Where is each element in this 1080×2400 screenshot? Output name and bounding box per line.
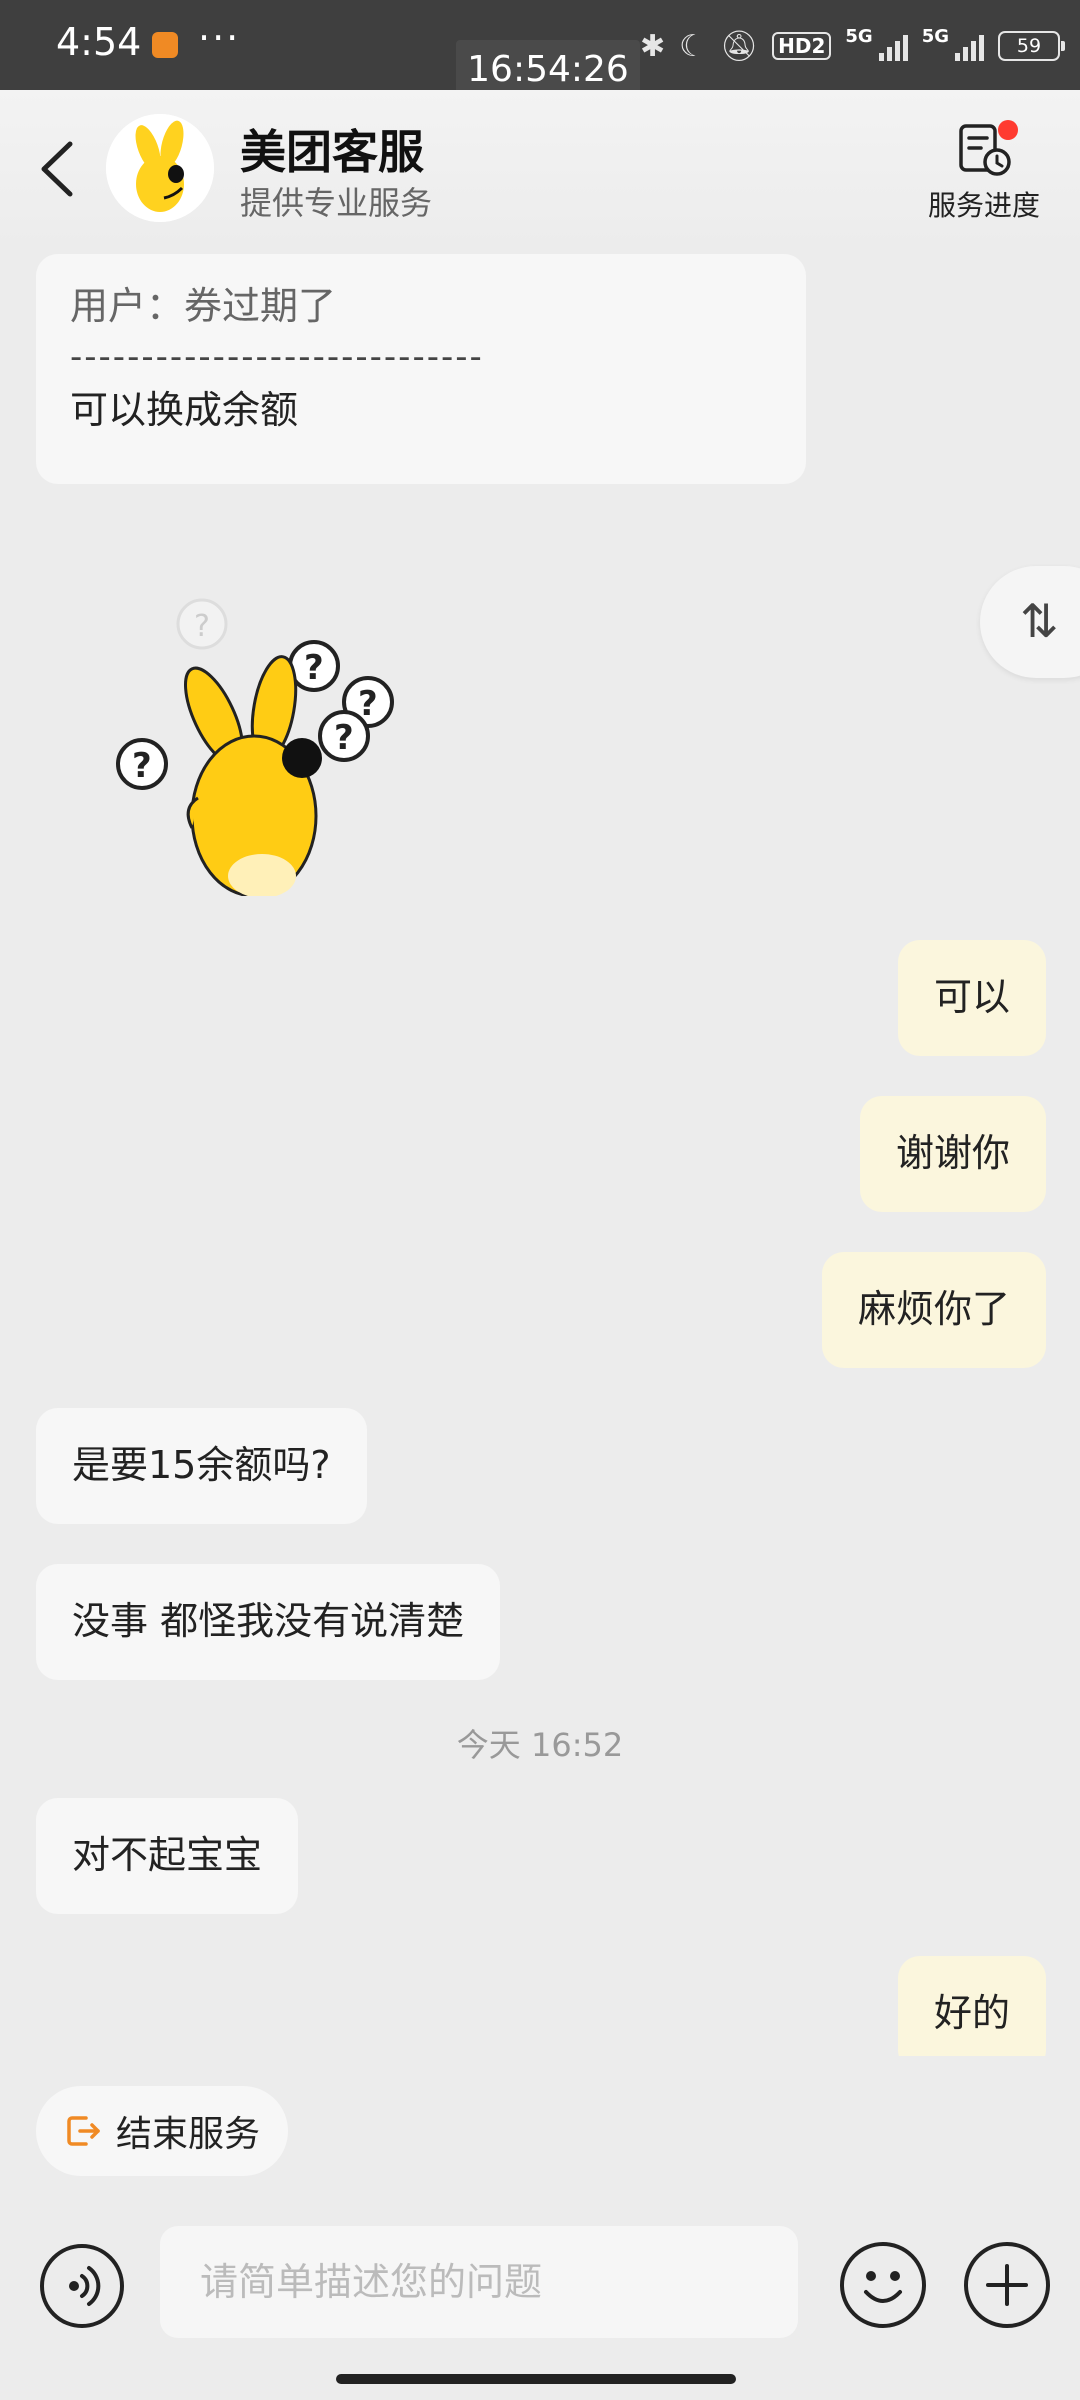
chevron-left-icon [41, 141, 73, 197]
signal-2-icon [955, 31, 984, 61]
message-text: 对不起宝宝 [72, 1833, 263, 1878]
signal-1-icon [878, 31, 908, 61]
end-service-label: 结束服务 [116, 2114, 261, 2155]
message-bubble-user: 谢谢你 [859, 1096, 1046, 1212]
voice-input-button[interactable] [40, 2244, 124, 2328]
status-time: 4:54 [56, 20, 142, 64]
message-text: 是要15余额吗? [72, 1443, 331, 1488]
voice-wave-icon [69, 2266, 101, 2306]
emoji-button[interactable] [840, 2242, 926, 2328]
message-bubble-agent: 没事 都怪我没有说清楚 [36, 1564, 501, 1680]
message-bubble-user: 好的 [897, 1956, 1046, 2056]
sort-arrows-icon: ⇅ [1020, 594, 1059, 648]
avatar[interactable] [106, 114, 214, 222]
chat-area[interactable]: 用户：券过期了 ----------------------------- 可以… [0, 250, 1080, 2056]
svg-text:?: ? [304, 648, 324, 688]
status-icons: ✱ ☾ 🔕︎ HD2 5G 5G 59 [639, 25, 1065, 66]
message-text: 谢谢你 [895, 1131, 1010, 1176]
scroll-toggle-button[interactable]: ⇅ [980, 566, 1080, 678]
more-notifications-icon: ··· [198, 16, 241, 60]
service-progress-label: 服务进度 [927, 189, 1040, 222]
page-subtitle: 提供专业服务 [240, 184, 433, 222]
chat-header: 美团客服 提供专业服务 服务进度 [0, 90, 1080, 250]
svg-text:?: ? [132, 746, 152, 786]
mute-icon: 🔕︎ [720, 28, 759, 64]
battery-icon: 59 [998, 31, 1065, 61]
message-text: 麻烦你了 [857, 1287, 1010, 1332]
bluetooth-icon: ✱ [639, 28, 666, 64]
hd-badge: HD2 [772, 32, 832, 60]
kangaroo-mascot-icon [106, 114, 214, 222]
notification-badge [998, 120, 1018, 140]
quick-actions-bar: 结束服务 [0, 2056, 1080, 2212]
app-notification-icon [152, 32, 178, 58]
plus-icon [986, 2264, 1028, 2306]
message-quote-reply: 用户：券过期了 ----------------------------- 可以… [36, 254, 806, 484]
message-text: 可以 [933, 975, 1010, 1020]
message-bubble-user: 麻烦你了 [821, 1252, 1046, 1368]
smiley-icon [864, 2271, 902, 2303]
svg-text:?: ? [334, 718, 354, 758]
message-text: 好的 [933, 1991, 1010, 2036]
quote-divider: ----------------------------- [70, 337, 484, 378]
svg-text:?: ? [194, 609, 210, 644]
message-bubble-agent: 对不起宝宝 [36, 1798, 299, 1914]
message-text: 没事 都怪我没有说清楚 [72, 1599, 465, 1644]
message-bubble-agent: 是要15余额吗? [36, 1408, 367, 1524]
quoted-user-text: 用户：券过期了 [70, 284, 337, 328]
service-progress-button[interactable]: 服务进度 [924, 120, 1044, 230]
end-service-button[interactable]: 结束服务 [36, 2086, 289, 2176]
message-timestamp: 今天 16:52 [456, 1726, 624, 1764]
confused-kangaroo-sticker[interactable]: ? ? ? ? ? [106, 586, 406, 896]
add-attachment-button[interactable] [964, 2242, 1050, 2328]
home-indicator[interactable] [336, 2374, 736, 2384]
message-text: 可以换成余额 [70, 387, 299, 432]
message-input[interactable] [160, 2226, 798, 2338]
page-title: 美团客服 [240, 125, 424, 179]
dnd-moon-icon: ☾ [679, 28, 707, 64]
back-button[interactable] [34, 134, 82, 204]
network-type-1: 5G [845, 25, 873, 47]
exit-icon [67, 2116, 100, 2146]
message-bubble-user: 可以 [897, 940, 1046, 1056]
network-type-2: 5G [921, 25, 949, 47]
input-bar [0, 2212, 1080, 2400]
